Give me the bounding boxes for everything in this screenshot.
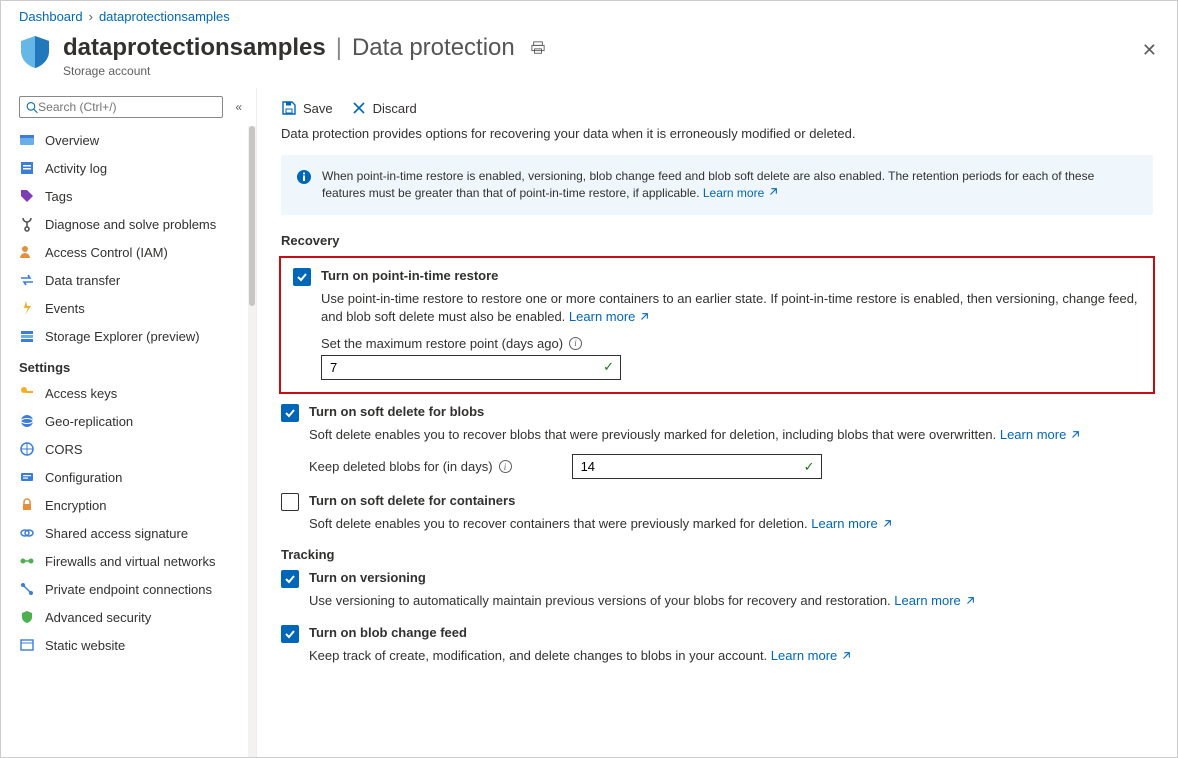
info-tooltip-icon[interactable]: i (499, 460, 512, 473)
sidebar-item-storage-explorer[interactable]: Storage Explorer (preview) (1, 322, 248, 350)
external-link-icon (965, 596, 975, 606)
sidebar-item-encryption[interactable]: Encryption (1, 491, 248, 519)
overview-icon (19, 132, 35, 148)
data-transfer-icon (19, 272, 35, 288)
search-input[interactable] (19, 96, 223, 118)
external-link-icon (1070, 430, 1080, 440)
sidebar-item-data-transfer[interactable]: Data transfer (1, 266, 248, 294)
external-link-icon (882, 519, 892, 529)
sidebar-item-cors[interactable]: CORS (1, 435, 248, 463)
softdelete-blobs-field-label: Keep deleted blobs for (in days) (309, 459, 493, 474)
softdelete-containers-learn-link[interactable]: Learn more (811, 515, 891, 533)
save-icon (281, 100, 297, 116)
diagnose-icon (19, 216, 35, 232)
intro-text: Data protection provides options for rec… (257, 126, 1177, 155)
softdelete-blobs-learn-link[interactable]: Learn more (1000, 426, 1080, 444)
endpoint-icon (19, 581, 35, 597)
sidebar-item-private-endpoint[interactable]: Private endpoint connections (1, 575, 248, 603)
softdelete-blobs-days-input[interactable]: ✓ (572, 454, 822, 479)
collapse-sidebar-icon[interactable]: « (231, 96, 246, 118)
print-icon[interactable] (531, 41, 545, 55)
tags-icon (19, 188, 35, 204)
sidebar-section-settings: Settings (1, 350, 248, 379)
pitr-title: Turn on point-in-time restore (321, 268, 498, 283)
check-icon: ✓ (804, 459, 815, 475)
pitr-learn-more-link[interactable]: Learn more (569, 308, 649, 326)
pitr-field-label: Set the maximum restore point (days ago) (321, 336, 563, 351)
firewall-icon (19, 553, 35, 569)
toolbar: Save Discard (257, 88, 1177, 126)
breadcrumb-root[interactable]: Dashboard (19, 9, 83, 24)
pitr-days-input[interactable]: ✓ (321, 355, 621, 380)
storage-explorer-icon (19, 328, 35, 344)
softdelete-containers-checkbox[interactable] (281, 493, 299, 511)
sidebar-item-tags[interactable]: Tags (1, 182, 248, 210)
changefeed-title: Turn on blob change feed (309, 625, 467, 640)
page-title: dataprotectionsamples (63, 34, 326, 62)
configuration-icon (19, 469, 35, 485)
recovery-heading: Recovery (257, 233, 1177, 256)
changefeed-checkbox[interactable] (281, 625, 299, 643)
globe-icon (19, 413, 35, 429)
external-link-icon (768, 187, 778, 197)
chevron-right-icon: › (89, 9, 93, 24)
info-icon (296, 169, 312, 185)
softdelete-blobs-checkbox[interactable] (281, 404, 299, 422)
check-icon: ✓ (603, 359, 614, 375)
sidebar-item-advanced-security[interactable]: Advanced security (1, 603, 248, 631)
lock-icon (19, 497, 35, 513)
external-link-icon (841, 651, 851, 661)
events-icon (19, 300, 35, 316)
key-icon (19, 385, 35, 401)
discard-button[interactable]: Discard (351, 100, 417, 116)
tracking-heading: Tracking (257, 547, 1177, 570)
softdelete-containers-title: Turn on soft delete for containers (309, 493, 515, 508)
sidebar-item-diagnose[interactable]: Diagnose and solve problems (1, 210, 248, 238)
cors-icon (19, 441, 35, 457)
sidebar-item-firewalls[interactable]: Firewalls and virtual networks (1, 547, 248, 575)
security-icon (19, 609, 35, 625)
resource-type-label: Storage account (63, 64, 1159, 78)
sidebar-item-configuration[interactable]: Configuration (1, 463, 248, 491)
breadcrumb-current[interactable]: dataprotectionsamples (99, 9, 230, 24)
sas-icon (19, 525, 35, 541)
versioning-title: Turn on versioning (309, 570, 426, 585)
discard-icon (351, 100, 367, 116)
breadcrumb: Dashboard › dataprotectionsamples (1, 1, 1177, 28)
sidebar-item-static-website[interactable]: Static website (1, 631, 248, 659)
sidebar-item-access-control[interactable]: Access Control (IAM) (1, 238, 248, 266)
softdelete-blobs-title: Turn on soft delete for blobs (309, 404, 484, 419)
page-header: dataprotectionsamples | Data protection … (1, 28, 1177, 88)
shield-icon (19, 34, 51, 70)
sidebar-item-activity-log[interactable]: Activity log (1, 154, 248, 182)
main-content: Save Discard Data protection provides op… (257, 88, 1177, 757)
external-link-icon (639, 312, 649, 322)
versioning-checkbox[interactable] (281, 570, 299, 588)
sidebar: « Overview Activity log Tags Diagnose an… (1, 88, 257, 757)
pitr-highlight: Turn on point-in-time restore Use point-… (279, 256, 1155, 394)
website-icon (19, 637, 35, 653)
sidebar-item-sas[interactable]: Shared access signature (1, 519, 248, 547)
info-banner: When point-in-time restore is enabled, v… (281, 155, 1153, 215)
access-control-icon (19, 244, 35, 260)
search-icon (26, 101, 38, 114)
versioning-learn-link[interactable]: Learn more (894, 592, 974, 610)
save-button[interactable]: Save (281, 100, 333, 116)
sidebar-item-overview[interactable]: Overview (1, 126, 248, 154)
sidebar-item-geo-replication[interactable]: Geo-replication (1, 407, 248, 435)
pitr-checkbox[interactable] (293, 268, 311, 286)
sidebar-scrollbar[interactable] (248, 126, 256, 757)
page-subtitle: Data protection (352, 34, 515, 62)
activity-log-icon (19, 160, 35, 176)
banner-learn-more-link[interactable]: Learn more (703, 186, 778, 200)
changefeed-learn-link[interactable]: Learn more (771, 647, 851, 665)
sidebar-item-access-keys[interactable]: Access keys (1, 379, 248, 407)
close-icon[interactable]: ✕ (1136, 34, 1163, 67)
info-tooltip-icon[interactable]: i (569, 337, 582, 350)
sidebar-item-events[interactable]: Events (1, 294, 248, 322)
